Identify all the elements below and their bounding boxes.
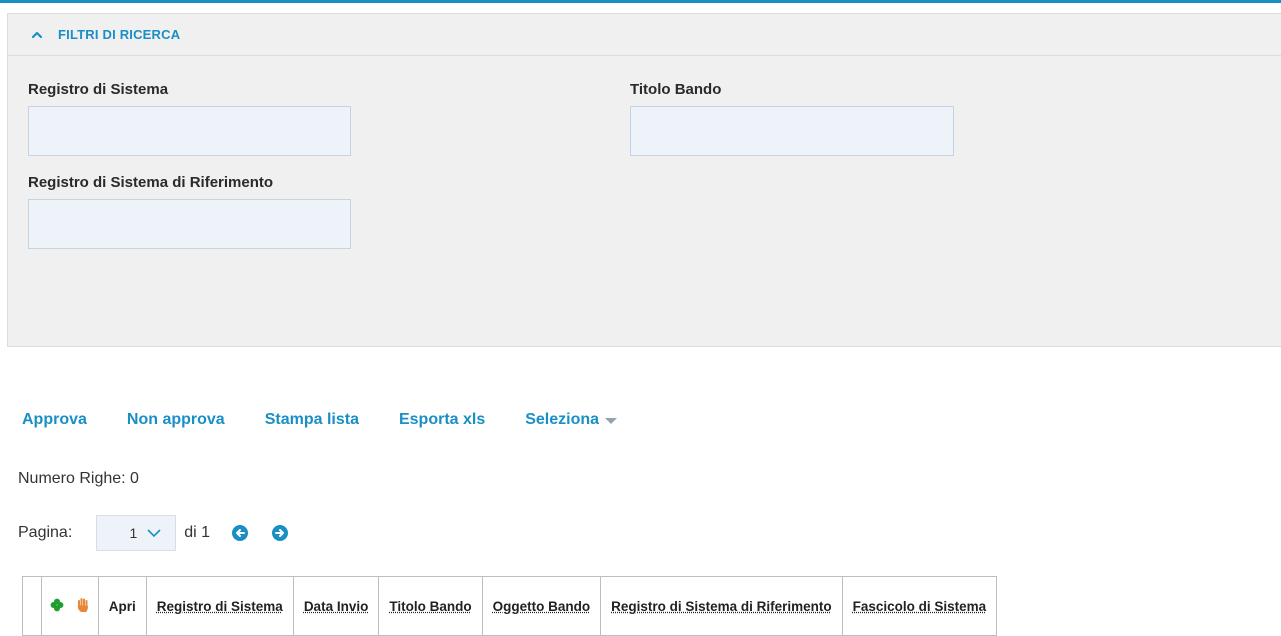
caret-down-icon [605, 418, 618, 424]
action-toolbar: Approva Non approva Stampa lista Esporta… [22, 411, 657, 429]
chevron-down-icon [147, 529, 161, 538]
seleziona-label: Seleziona [525, 411, 600, 428]
titolo-bando-label: Titolo Bando [630, 81, 722, 98]
titolo-bando-input[interactable] [630, 106, 954, 156]
column-header-registro-riferimento[interactable]: Registro di Sistema di Riferimento [600, 576, 843, 636]
column-header-fascicolo-sistema[interactable]: Fascicolo di Sistema [841, 576, 998, 636]
table-header-row: Apri Registro di Sistema Data Invio Tito… [22, 576, 998, 636]
registro-sistema-input[interactable] [28, 106, 351, 156]
column-header-data-invio[interactable]: Data Invio [292, 576, 380, 636]
registro-riferimento-input[interactable] [28, 199, 351, 249]
registro-sistema-label: Registro di Sistema [28, 81, 169, 98]
arrow-left-circle-icon[interactable] [232, 525, 249, 541]
icons-column-header [41, 576, 99, 636]
top-accent-line [0, 0, 1281, 3]
column-header-apri: Apri [97, 576, 147, 636]
total-pages: di 1 [184, 524, 211, 541]
filters-toggle[interactable]: FILTRI DI RICERCA [8, 14, 1281, 56]
hand-icon [76, 597, 90, 616]
column-header-titolo-bando[interactable]: Titolo Bando [378, 576, 483, 636]
column-header-registro-sistema[interactable]: Registro di Sistema [145, 576, 294, 636]
chevron-up-icon [31, 31, 43, 38]
row-count: Numero Righe: 0 [18, 470, 139, 487]
seleziona-dropdown[interactable]: Seleziona [525, 411, 618, 429]
esporta-xls-button[interactable]: Esporta xls [399, 411, 485, 429]
arrow-right-circle-icon[interactable] [272, 525, 289, 541]
non-approva-button[interactable]: Non approva [127, 411, 225, 429]
search-filters-panel: FILTRI DI RICERCA Registro di Sistema Ti… [7, 13, 1281, 347]
results-table: Apri Registro di Sistema Data Invio Tito… [22, 576, 998, 636]
page-label: Pagina: [18, 524, 73, 541]
approva-button[interactable]: Approva [22, 411, 87, 429]
current-page: 1 [129, 525, 138, 541]
clover-icon [50, 598, 64, 615]
filters-header-label: FILTRI DI RICERCA [58, 27, 181, 42]
pagination: Pagina: 1 di 1 [18, 515, 289, 551]
column-header-oggetto-bando[interactable]: Oggetto Bando [481, 576, 602, 636]
page-select[interactable]: 1 [96, 515, 177, 551]
registro-riferimento-label: Registro di Sistema di Riferimento [28, 174, 274, 191]
select-column-header [22, 576, 42, 636]
stampa-lista-button[interactable]: Stampa lista [265, 411, 359, 429]
